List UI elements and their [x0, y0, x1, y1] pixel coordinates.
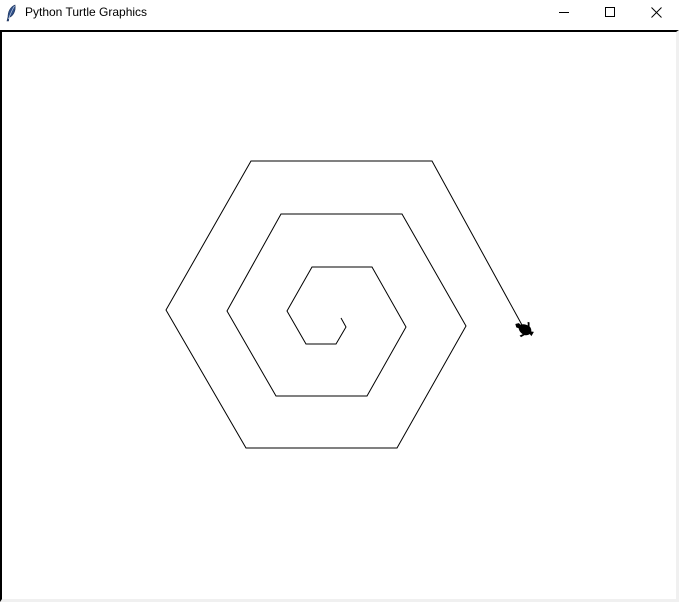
turtle-graphics-window: Python Turtle Graphics	[0, 0, 679, 602]
turtle-cursor	[515, 321, 534, 338]
spiral-path	[165, 160, 523, 449]
turtle-canvas	[165, 160, 534, 449]
